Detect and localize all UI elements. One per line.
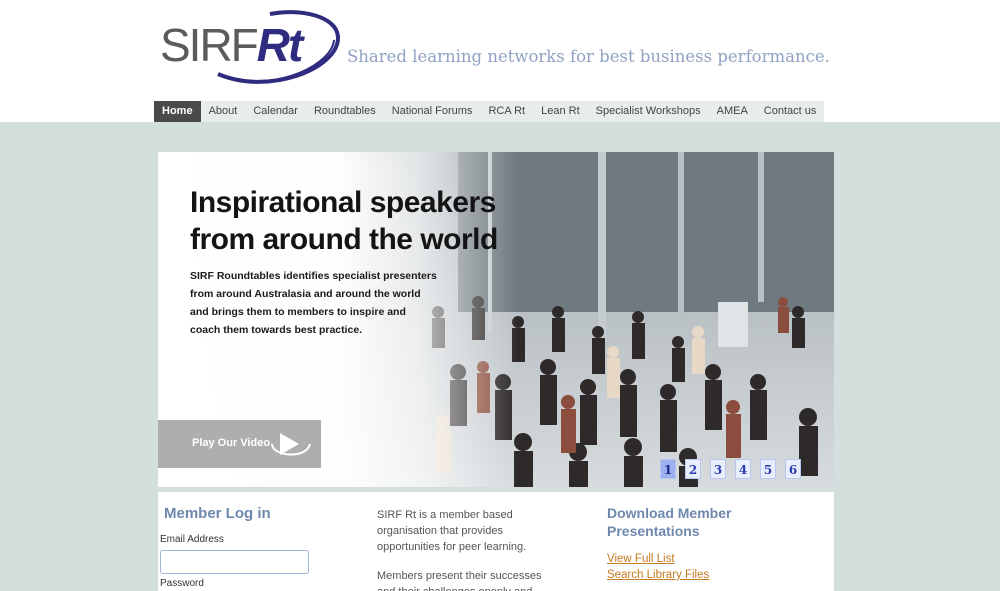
slide-dot-4[interactable]: 4: [735, 459, 751, 479]
nav-rca-rt[interactable]: RCA Rt: [480, 101, 533, 122]
hero-description: SIRF Roundtables identifies specialist p…: [190, 267, 438, 339]
tagline: Shared learning networks for best busine…: [347, 47, 830, 66]
nav-lean-rt[interactable]: Lean Rt: [533, 101, 588, 122]
download-presentations-title: Download Member Presentations: [607, 505, 732, 539]
hero-title-line: Inspirational speakers: [190, 186, 496, 219]
view-full-list-link[interactable]: View Full List: [607, 553, 675, 565]
logo-text: SIRFRt: [160, 19, 304, 71]
hero-desc-line: from around Australasia and around the w…: [190, 288, 421, 300]
email-input[interactable]: [160, 550, 309, 574]
nav-roundtables[interactable]: Roundtables: [306, 101, 384, 122]
play-video-button[interactable]: Play Our Video: [158, 420, 321, 468]
sirf-rt-logo[interactable]: SIRFRt: [160, 8, 342, 86]
nav-amea[interactable]: AMEA: [709, 101, 756, 122]
about-paragraph: Members present their successes and thei…: [377, 570, 542, 591]
nav-specialist-workshops[interactable]: Specialist Workshops: [588, 101, 709, 122]
member-login-title: Member Log in: [164, 505, 271, 522]
slide-dot-2[interactable]: 2: [685, 459, 701, 479]
hero-desc-line: and brings them to members to inspire an…: [190, 306, 406, 318]
hero-desc-line: SIRF Roundtables identifies specialist p…: [190, 270, 437, 282]
nav-contact-us[interactable]: Contact us: [756, 101, 825, 122]
about-text: SIRF Rt is a member based organisation t…: [377, 507, 561, 591]
play-video-label: Play Our Video: [192, 437, 271, 449]
main-nav: Home About Calendar Roundtables National…: [154, 101, 825, 122]
content-area: Member Log in Email Address Password SIR…: [158, 492, 834, 591]
logo-text-rt: Rt: [256, 19, 304, 71]
about-paragraph: SIRF Rt is a member based organisation t…: [377, 509, 527, 553]
hero-title: Inspirational speakers from around the w…: [190, 184, 550, 258]
slide-dot-3[interactable]: 3: [710, 459, 726, 479]
hero-title-line: from around the world: [190, 223, 498, 256]
hero-slider[interactable]: Inspirational speakers from around the w…: [158, 152, 834, 487]
slide-pager: 1 2 3 4 5 6: [660, 459, 801, 479]
hero-desc-line: coach them towards best practice.: [190, 324, 363, 336]
play-circle-icon: [271, 433, 311, 456]
logo-text-sirf: SIRF: [160, 19, 259, 71]
nav-home[interactable]: Home: [154, 101, 201, 122]
email-label: Email Address: [160, 534, 224, 545]
nav-national-forums[interactable]: National Forums: [384, 101, 481, 122]
search-library-files-link[interactable]: Search Library Files: [607, 569, 709, 581]
nav-about[interactable]: About: [201, 101, 246, 122]
password-label: Password: [160, 578, 204, 589]
nav-calendar[interactable]: Calendar: [245, 101, 306, 122]
slide-dot-5[interactable]: 5: [760, 459, 776, 479]
slide-dot-6[interactable]: 6: [785, 459, 801, 479]
slide-dot-1[interactable]: 1: [660, 459, 676, 479]
